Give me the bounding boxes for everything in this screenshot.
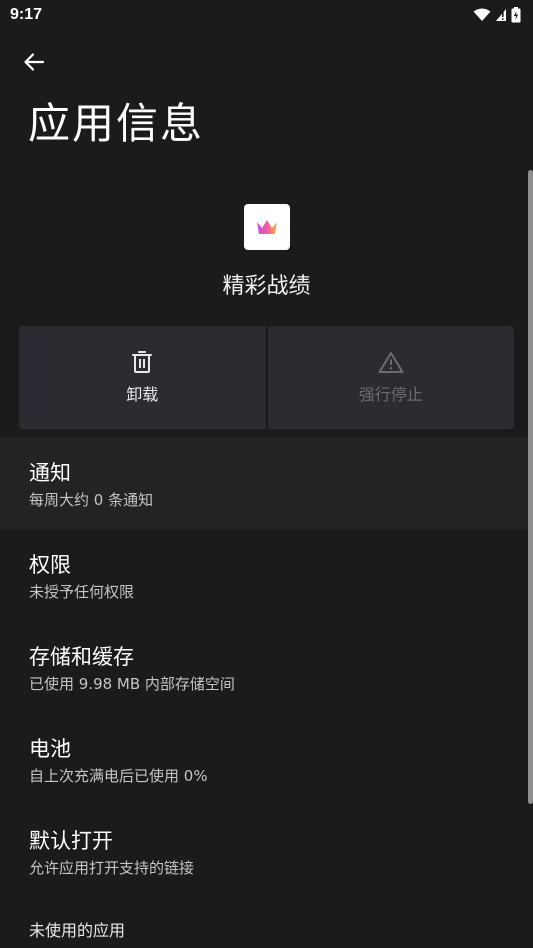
setting-title: 通知: [29, 461, 71, 485]
status-icons: [473, 7, 521, 23]
settings-list: 通知 每周大约 0 条通知 权限 未授予任何权限 存储和缓存 已使用 9.98 …: [0, 437, 528, 945]
app-name: 精彩战绩: [222, 274, 311, 299]
back-button[interactable]: [14, 44, 54, 80]
app-icon: [243, 204, 290, 250]
setting-subtitle: 未授予任何权限: [29, 583, 135, 601]
setting-item-storage[interactable]: 存储和缓存 已使用 9.98 MB 内部存储空间: [0, 621, 528, 713]
setting-subtitle: 允许应用打开支持的链接: [29, 859, 195, 877]
page-title: 应用信息: [28, 99, 205, 148]
setting-item-notifications[interactable]: 通知 每周大约 0 条通知: [0, 437, 528, 529]
wifi-icon: [473, 8, 491, 21]
uninstall-button[interactable]: 卸载: [19, 326, 266, 429]
setting-item-permissions[interactable]: 权限 未授予任何权限: [0, 529, 528, 621]
setting-title: 未使用的应用: [29, 921, 126, 940]
setting-title: 电池: [29, 737, 71, 761]
app-header: 精彩战绩: [0, 204, 533, 300]
setting-item-unused-apps[interactable]: 未使用的应用: [0, 897, 528, 945]
warning-icon: [378, 351, 404, 373]
setting-subtitle: 自上次充满电后已使用 0%: [29, 767, 208, 785]
uninstall-label: 卸载: [126, 384, 159, 404]
force-stop-button[interactable]: 强行停止: [267, 326, 514, 429]
action-row: 卸载 强行停止: [19, 326, 514, 429]
setting-title: 权限: [29, 553, 71, 577]
setting-item-battery[interactable]: 电池 自上次充满电后已使用 0%: [0, 713, 528, 805]
status-bar: 9:17: [0, 0, 533, 30]
signal-icon: [496, 9, 506, 21]
setting-subtitle: 已使用 9.98 MB 内部存储空间: [29, 675, 235, 693]
arrow-left-icon: [24, 53, 45, 71]
crown-icon: [256, 220, 277, 234]
setting-item-open-by-default[interactable]: 默认打开 允许应用打开支持的链接: [0, 805, 528, 897]
battery-icon: [511, 7, 521, 23]
setting-title: 存储和缓存: [29, 645, 134, 669]
setting-title: 默认打开: [29, 829, 113, 853]
status-time: 9:17: [10, 6, 43, 23]
setting-subtitle: 每周大约 0 条通知: [29, 491, 154, 509]
force-stop-label: 强行停止: [358, 384, 423, 404]
trash-icon: [132, 350, 153, 373]
